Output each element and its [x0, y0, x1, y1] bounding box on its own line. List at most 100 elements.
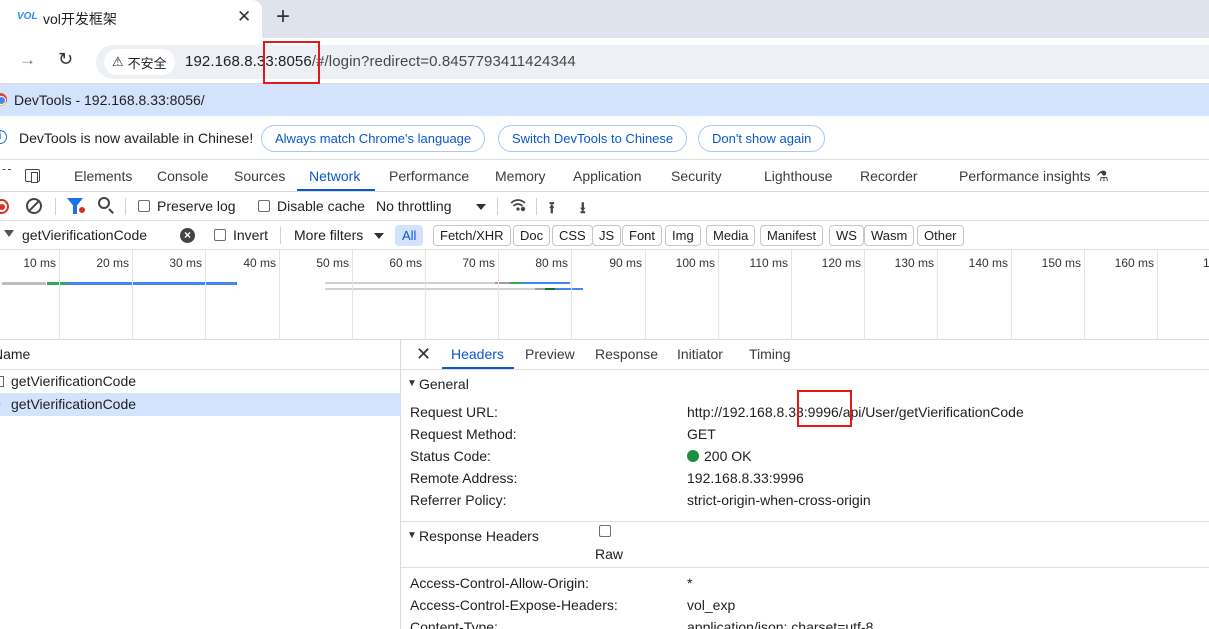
toolbar-divider — [280, 227, 281, 244]
overview-gridline — [132, 250, 133, 340]
tab-recorder[interactable]: Recorder — [860, 168, 918, 184]
status-ok-dot-icon — [687, 450, 699, 462]
request-row[interactable]: getVierificationCode — [0, 370, 401, 393]
tab-performance-insights[interactable]: Performance insights — [959, 168, 1091, 184]
dont-show-again-button[interactable]: Don't show again — [698, 125, 826, 152]
clear-icon[interactable] — [26, 198, 42, 214]
response-headers-section-header[interactable]: ▼ Response Headers — [401, 525, 1209, 547]
filter-type-media[interactable]: Media — [706, 225, 756, 246]
tab-initiator[interactable]: Initiator — [677, 346, 723, 362]
filter-type-ws[interactable]: WS — [829, 225, 864, 246]
tab-application[interactable]: Application — [573, 168, 642, 184]
filter-type-wasm[interactable]: Wasm — [864, 225, 915, 246]
vol-favicon-icon: VOL — [17, 11, 38, 22]
export-har-icon[interactable]: ⭳ — [580, 197, 586, 224]
tab-console[interactable]: Console — [157, 168, 208, 184]
new-tab-plus-icon[interactable]: + — [276, 3, 290, 31]
overview-tick-label: 110 ms — [749, 256, 788, 270]
overview-tick-label: 90 ms — [609, 256, 642, 270]
forward-arrow-icon[interactable]: → — [19, 50, 36, 70]
reload-icon[interactable]: ↻ — [58, 49, 73, 70]
overview-tick-label: 130 ms — [894, 256, 934, 270]
request-method-key: Request Method: — [410, 426, 517, 442]
filter-type-all[interactable]: All — [395, 225, 424, 246]
filter-type-css[interactable]: CSS — [552, 225, 593, 246]
filter-type-fetch-xhr[interactable]: Fetch/XHR — [433, 225, 511, 246]
info-icon: i — [0, 130, 7, 144]
tab-preview[interactable]: Preview — [525, 346, 575, 362]
tab-network[interactable]: Network — [309, 168, 360, 184]
header-key: Content-Type: — [410, 619, 498, 629]
security-label: 不安全 — [127, 55, 167, 71]
filter-type-font[interactable]: Font — [622, 225, 663, 246]
record-stop-icon[interactable] — [0, 199, 9, 214]
clear-filter-icon[interactable]: × — [180, 228, 195, 243]
import-har-icon[interactable]: ⭱ — [549, 197, 555, 224]
switch-to-chinese-button[interactable]: Switch DevTools to Chinese — [498, 125, 688, 152]
browser-tab[interactable]: VOL vol开发框架 ✕ — [0, 0, 262, 38]
network-conditions-icon[interactable] — [510, 198, 526, 212]
overview-tick-label: 60 ms — [389, 256, 422, 270]
tab-performance[interactable]: Performance — [389, 168, 469, 184]
network-overview-timeline[interactable]: 10 ms 20 ms 30 ms 40 ms 50 ms 60 ms 70 ms 80 ms… — [0, 250, 1209, 340]
tab-memory[interactable]: Memory — [495, 168, 546, 184]
overview-gridline — [645, 250, 646, 340]
status-code-text: 200 OK — [704, 448, 752, 464]
tab-lighthouse[interactable]: Lighthouse — [764, 168, 833, 184]
preserve-log-label: Preserve log — [157, 198, 236, 214]
overview-gridline — [352, 250, 353, 340]
disable-cache-checkbox[interactable] — [258, 200, 270, 212]
timing-bar — [545, 288, 555, 290]
throttling-select[interactable]: No throttling — [376, 198, 451, 214]
toolbar-divider — [536, 198, 537, 215]
tab-response[interactable]: Response — [595, 346, 658, 362]
tab-timing[interactable]: Timing — [749, 346, 791, 362]
timing-bar — [47, 282, 67, 285]
chrome-logo-icon — [0, 93, 7, 106]
header-value: * — [687, 575, 693, 591]
overview-tick-label: 80 ms — [535, 256, 568, 270]
toolbar-divider — [497, 198, 498, 215]
header-key: Access-Control-Expose-Headers: — [410, 597, 618, 613]
tab-close-icon[interactable]: ✕ — [237, 7, 251, 27]
url-text[interactable]: 192.168.8.33:8056/#/login?redirect=0.845… — [185, 53, 576, 70]
document-icon — [0, 376, 4, 387]
tab-title: vol开发框架 — [43, 11, 117, 27]
tab-headers[interactable]: Headers — [451, 346, 504, 362]
remote-address-key: Remote Address: — [410, 470, 518, 486]
status-code-value: 200 OK — [687, 448, 751, 464]
general-section-header[interactable]: ▼ General — [401, 373, 1209, 395]
always-match-language-button[interactable]: Always match Chrome's language — [261, 125, 486, 152]
filter-type-img[interactable]: Img — [665, 225, 701, 246]
tab-elements[interactable]: Elements — [74, 168, 132, 184]
filter-type-manifest[interactable]: Manifest — [760, 225, 824, 246]
warning-triangle-icon: ⚠ — [112, 54, 124, 69]
section-divider — [401, 521, 1209, 522]
request-row-selected[interactable]: ◌ getVierificationCode — [0, 393, 401, 416]
filter-type-other[interactable]: Other — [917, 225, 964, 246]
language-infobar: i DevTools is now available in Chinese! … — [0, 116, 1209, 160]
overview-gridline — [791, 250, 792, 340]
flask-icon: ⚗ — [1096, 168, 1109, 184]
omnibox[interactable]: ⚠ 不安全 192.168.8.33:8056/#/login?redirect… — [96, 45, 1209, 79]
search-icon[interactable] — [98, 197, 110, 209]
name-column-header[interactable]: Name — [0, 340, 401, 370]
device-toolbar-icon[interactable] — [25, 169, 40, 183]
filter-type-js[interactable]: JS — [592, 225, 622, 246]
more-filters-dropdown[interactable]: More filters — [294, 227, 363, 243]
close-details-icon[interactable]: ✕ — [416, 344, 431, 365]
invert-checkbox[interactable] — [214, 229, 226, 241]
request-name: getVierificationCode — [11, 396, 137, 412]
timing-bar — [2, 282, 46, 285]
preserve-log-checkbox[interactable] — [138, 200, 150, 212]
filter-input[interactable] — [22, 227, 172, 243]
inspect-element-icon[interactable] — [0, 169, 11, 182]
raw-checkbox[interactable] — [599, 525, 611, 537]
tab-security[interactable]: Security — [671, 168, 722, 184]
overview-gridline — [864, 250, 865, 340]
overview-tick-label: 50 ms — [316, 256, 349, 270]
filter-type-doc[interactable]: Doc — [513, 225, 551, 246]
security-chip[interactable]: ⚠ 不安全 — [104, 49, 175, 75]
network-toolbar: Preserve log Disable cache No throttling… — [0, 192, 1209, 221]
tab-sources[interactable]: Sources — [234, 168, 285, 184]
